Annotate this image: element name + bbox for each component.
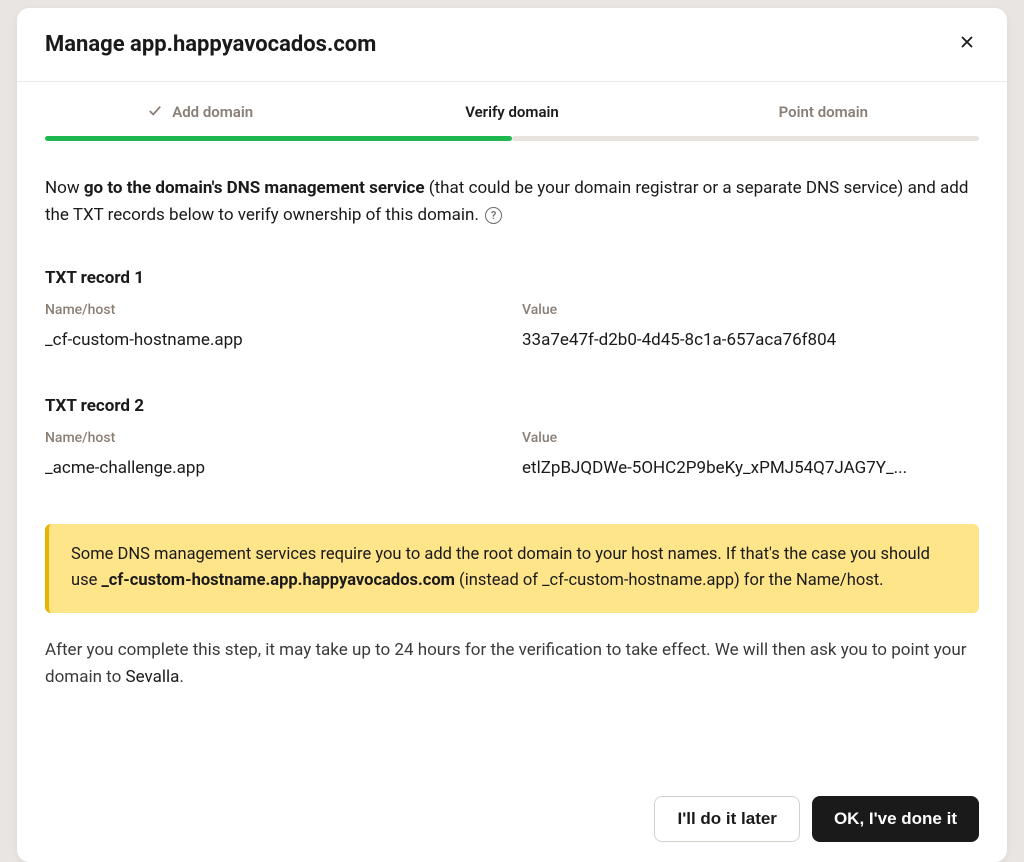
record-title: TXT record 1 bbox=[45, 268, 979, 288]
help-icon[interactable]: ? bbox=[485, 207, 502, 224]
step-add-domain: Add domain bbox=[45, 102, 356, 136]
instructions-prefix: Now bbox=[45, 178, 84, 198]
record-name-col: Name/host _cf-custom-hostname.app bbox=[45, 302, 502, 350]
name-host-value[interactable]: _acme-challenge.app bbox=[45, 458, 502, 478]
name-host-label: Name/host bbox=[45, 302, 502, 318]
modal-content: Now go to the domain's DNS management se… bbox=[17, 141, 1007, 780]
warning-box: Some DNS management services require you… bbox=[45, 524, 979, 613]
modal-header: Manage app.happyavocados.com bbox=[17, 8, 1007, 82]
txt-record-2: TXT record 2 Name/host _acme-challenge.a… bbox=[45, 396, 979, 478]
step-label: Verify domain bbox=[465, 103, 559, 121]
record-value-col: Value etlZpBJQDWe-5OHC2P9beKy_xPMJ54Q7JA… bbox=[522, 430, 979, 478]
record-value-col: Value 33a7e47f-d2b0-4d45-8c1a-657aca76f8… bbox=[522, 302, 979, 350]
value-value[interactable]: etlZpBJQDWe-5OHC2P9beKy_xPMJ54Q7JAG7Y_..… bbox=[522, 458, 979, 478]
step-label: Add domain bbox=[172, 103, 253, 121]
step-verify-domain: Verify domain bbox=[356, 102, 667, 136]
check-icon bbox=[148, 103, 162, 122]
value-label: Value bbox=[522, 302, 979, 318]
name-host-value[interactable]: _cf-custom-hostname.app bbox=[45, 330, 502, 350]
warning-bold: _cf-custom-hostname.app.happyavocados.co… bbox=[101, 571, 454, 590]
modal-title: Manage app.happyavocados.com bbox=[45, 32, 376, 57]
record-title: TXT record 2 bbox=[45, 396, 979, 416]
after-note-suffix: . bbox=[179, 667, 183, 687]
step-point-domain: Point domain bbox=[668, 102, 979, 136]
txt-record-1: TXT record 1 Name/host _cf-custom-hostna… bbox=[45, 268, 979, 350]
modal-footer: I'll do it later OK, I've done it bbox=[17, 780, 1007, 862]
instructions-text: Now go to the domain's DNS management se… bbox=[45, 175, 979, 228]
ok-done-button[interactable]: OK, I've done it bbox=[812, 796, 979, 842]
close-icon bbox=[959, 34, 975, 55]
close-button[interactable] bbox=[955, 30, 979, 59]
value-value[interactable]: 33a7e47f-d2b0-4d45-8c1a-657aca76f804 bbox=[522, 330, 979, 350]
instructions-bold: go to the domain's DNS management servic… bbox=[84, 178, 425, 198]
manage-domain-modal: Manage app.happyavocados.com Add domain … bbox=[17, 8, 1007, 862]
do-later-button[interactable]: I'll do it later bbox=[654, 796, 799, 842]
record-row: Name/host _acme-challenge.app Value etlZ… bbox=[45, 430, 979, 478]
warning-suffix: (instead of _cf-custom-hostname.app) for… bbox=[455, 571, 884, 590]
after-note: After you complete this step, it may tak… bbox=[45, 637, 979, 691]
record-row: Name/host _cf-custom-hostname.app Value … bbox=[45, 302, 979, 350]
record-name-col: Name/host _acme-challenge.app bbox=[45, 430, 502, 478]
name-host-label: Name/host bbox=[45, 430, 502, 446]
stepper: Add domain Verify domain Point domain bbox=[17, 82, 1007, 136]
brand-name: Sevalla bbox=[125, 667, 179, 687]
value-label: Value bbox=[522, 430, 979, 446]
step-label: Point domain bbox=[779, 103, 868, 121]
